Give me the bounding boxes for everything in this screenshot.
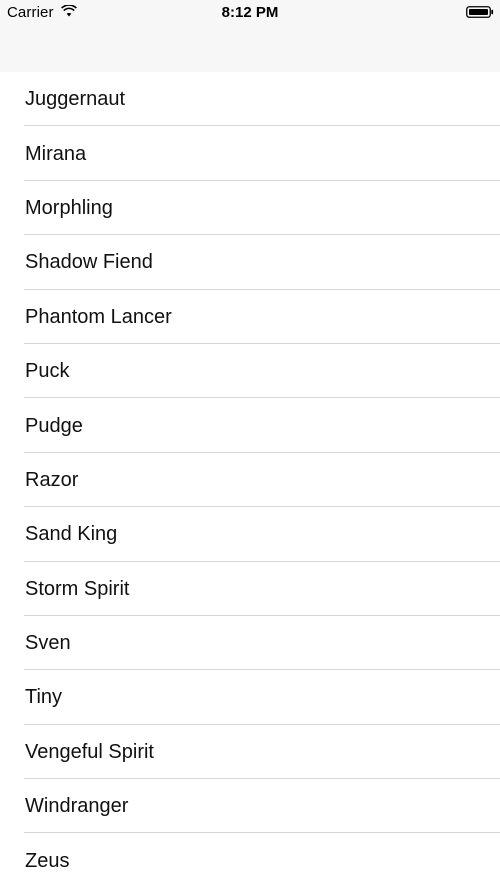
list-item[interactable]: Sven [0,615,500,671]
list-item[interactable]: Storm Spirit [0,561,500,616]
list-item-label: Pudge [25,414,83,437]
list-item-label: Storm Spirit [25,577,130,600]
list-item-label: Zeus [25,849,70,872]
list-item[interactable]: Morphling [0,180,500,236]
list-item[interactable]: Puck [0,343,500,399]
list-item-label: Juggernaut [25,88,126,111]
list-item[interactable]: Phantom Lancer [0,289,500,344]
list-item[interactable]: Shadow Fiend [0,235,500,290]
list-item[interactable]: Mirana [0,126,500,181]
list-item-label: Sven [25,632,71,655]
clock-time: 8:12 PM [221,4,279,21]
list-item[interactable]: Sand King [0,507,500,562]
navigation-bar: Carrier 8:12 PM [0,0,500,78]
list-item[interactable]: Juggernaut [0,72,500,127]
hero-list: Juggernaut Mirana Morphling Shadow Fiend… [0,72,500,888]
battery-icon [466,6,494,18]
list-item[interactable]: Zeus [0,833,500,888]
status-bar: Carrier 8:12 PM [0,0,500,26]
list-item[interactable]: Razor [0,452,500,508]
list-item-label: Windranger [25,795,129,818]
list-item-label: Phantom Lancer [25,305,172,328]
list-item[interactable]: Windranger [0,779,500,834]
list-item-label: Vengeful Spirit [25,740,154,763]
list-item-label: Shadow Fiend [25,251,153,274]
list-item-label: Mirana [25,142,87,165]
list-item-label: Morphling [25,196,113,219]
list-item[interactable]: Vengeful Spirit [0,724,500,780]
list-item-label: Tiny [25,686,63,709]
list-item-label: Razor [25,468,79,491]
list-item-label: Puck [25,360,70,383]
list-item[interactable]: Tiny [0,670,500,725]
list-item[interactable]: Pudge [0,398,500,453]
list-item-label: Sand King [25,523,118,546]
